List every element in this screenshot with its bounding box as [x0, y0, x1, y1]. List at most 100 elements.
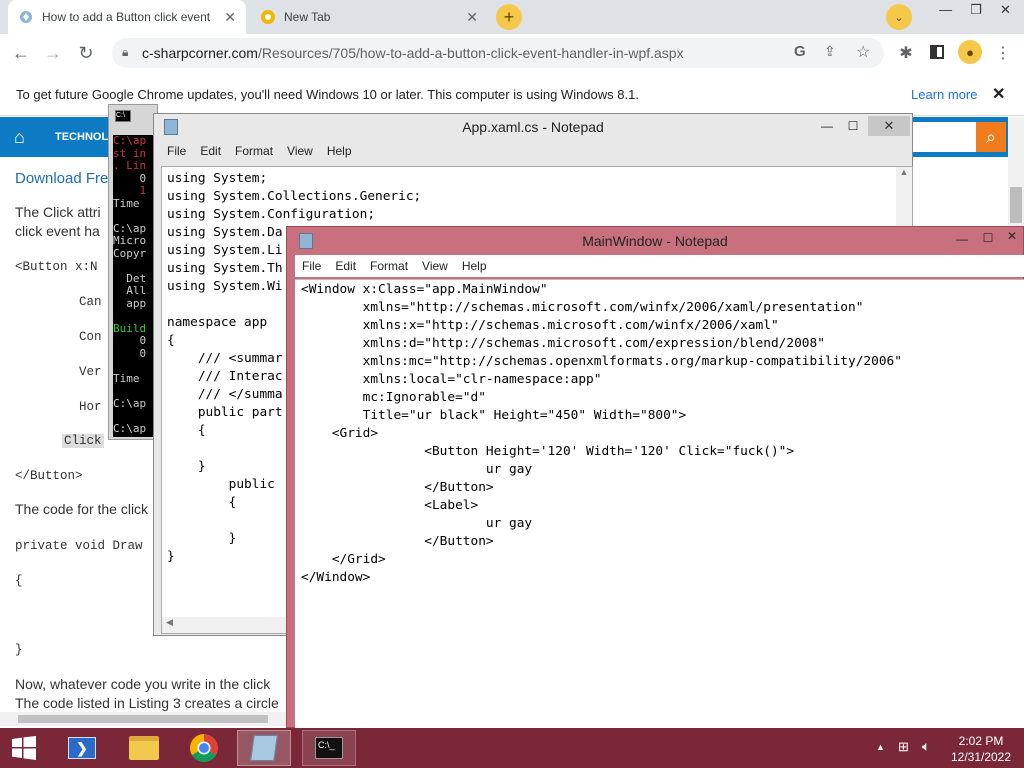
- url-path: /Resources/705/how-to-add-a-button-click…: [257, 45, 684, 61]
- menu-view[interactable]: View: [422, 259, 448, 273]
- address-bar[interactable]: 🔒︎ c-sharpcorner.com/Resources/705/how-t…: [112, 38, 884, 68]
- code-line-highlight: Click: [62, 434, 104, 448]
- reload-icon[interactable]: ↻: [73, 40, 99, 66]
- start-icon[interactable]: [0, 730, 48, 766]
- close-tab-icon[interactable]: ✕: [224, 9, 236, 26]
- tab-search-icon[interactable]: ⌄: [886, 4, 912, 30]
- sidebar-icon[interactable]: [930, 45, 944, 59]
- code-line: Con: [79, 330, 102, 344]
- window-title: App.xaml.cs - Notepad: [462, 119, 604, 135]
- network-icon[interactable]: ⊞: [898, 739, 909, 755]
- chrome-icon[interactable]: [180, 730, 228, 766]
- taskbar-cmd[interactable]: C:\_: [302, 730, 356, 766]
- notepad-titlebar[interactable]: MainWindow - Notepad — ☐ ✕: [287, 227, 1023, 255]
- code-line: private void Draw: [15, 539, 143, 553]
- tab-active[interactable]: How to add a Button click event ✕: [8, 0, 246, 34]
- text-editor[interactable]: <Window x:Class="app.MainWindow" xmlns="…: [295, 279, 1024, 728]
- tab-favicon-icon: [18, 9, 34, 25]
- cmd-icon: C:\: [109, 105, 157, 127]
- notepad-main-window[interactable]: MainWindow - Notepad — ☐ ✕ File Edit For…: [286, 226, 1024, 728]
- extensions-icon[interactable]: ✱: [893, 40, 919, 66]
- console-line: All: [113, 284, 147, 297]
- clock[interactable]: 2:02 PM 12/31/2022: [948, 733, 1014, 765]
- code-line: Ver: [79, 365, 102, 379]
- menu-help[interactable]: Help: [462, 259, 487, 273]
- forward-icon[interactable]: →: [40, 40, 66, 66]
- taskbar-notepad[interactable]: [237, 730, 291, 766]
- tab-new-tab[interactable]: New Tab ✕: [250, 0, 488, 34]
- code-line: Hor: [79, 400, 102, 414]
- code-line: Can: [79, 295, 102, 309]
- console-line: C:\ap: [113, 421, 147, 435]
- explorer-icon[interactable]: [120, 730, 168, 766]
- console-line: 1: [113, 184, 147, 197]
- notepad-titlebar[interactable]: App.xaml.cs - Notepad — ☐ ✕: [154, 114, 912, 140]
- infobar-message: To get future Google Chrome updates, you…: [16, 87, 639, 102]
- maximize-icon[interactable]: ☐: [840, 117, 866, 135]
- minimize-icon[interactable]: —: [949, 230, 975, 248]
- volume-icon[interactable]: 🔈︎: [922, 738, 930, 755]
- site-search-input[interactable]: [912, 122, 976, 152]
- maximize-icon[interactable]: ☐: [975, 229, 1001, 247]
- window-title: MainWindow - Notepad: [582, 233, 728, 249]
- close-icon[interactable]: ✕: [1000, 2, 1011, 24]
- close-icon[interactable]: ✕: [1007, 229, 1017, 243]
- url-text: c-sharpcorner.com/Resources/705/how-to-a…: [142, 45, 684, 61]
- learn-more-link[interactable]: Learn more: [911, 87, 977, 102]
- menu-edit[interactable]: Edit: [200, 144, 221, 158]
- paragraph-line: click event ha: [15, 223, 100, 239]
- star-icon[interactable]: ☆: [856, 42, 870, 62]
- back-icon[interactable]: ←: [8, 40, 34, 66]
- console-line: Micro: [113, 234, 147, 247]
- powershell-icon[interactable]: ❯: [58, 730, 106, 766]
- tab-title: How to add a Button click event: [42, 10, 211, 24]
- tab-strip: How to add a Button click event ✕ New Ta…: [0, 0, 1024, 34]
- menu-file[interactable]: File: [302, 259, 321, 273]
- code-brace: {: [15, 574, 23, 588]
- paragraph-line: Now, whatever code you write in the clic…: [15, 676, 271, 692]
- menu-format[interactable]: Format: [370, 259, 408, 273]
- lock-icon[interactable]: 🔒︎: [122, 45, 128, 60]
- menu-help[interactable]: Help: [327, 144, 352, 158]
- close-tab-icon[interactable]: ✕: [466, 9, 478, 26]
- tab-title: New Tab: [284, 10, 331, 24]
- editor-text: <Window x:Class="app.MainWindow" xmlns="…: [301, 282, 902, 585]
- console-line: C:\ap: [113, 135, 147, 147]
- show-hidden-icons[interactable]: ▲: [876, 742, 885, 752]
- profile-icon[interactable]: ●: [958, 40, 982, 64]
- code-brace: }: [15, 643, 23, 657]
- chrome-favicon-icon: [260, 9, 276, 25]
- new-tab-icon[interactable]: +: [496, 4, 522, 30]
- close-icon[interactable]: ✕: [868, 116, 910, 136]
- share-icon[interactable]: ⇪: [824, 43, 836, 60]
- download-link[interactable]: Download Fre: [15, 170, 108, 187]
- code-line: <Button x:N: [15, 260, 98, 274]
- cmd-icon: C:\_: [315, 737, 343, 759]
- code-text: private void Draw: [15, 539, 143, 553]
- minimize-icon[interactable]: —: [814, 117, 840, 135]
- cmd-window[interactable]: C:\ C:\ap st in. Lin 0 1 Time C:\ap Micro Co…: [108, 104, 158, 440]
- menu-view[interactable]: View: [287, 144, 313, 158]
- paragraph-line: The code listed in Listing 3 creates a c…: [15, 695, 279, 711]
- horizontal-scrollbar[interactable]: [0, 712, 290, 726]
- cmd-console[interactable]: C:\ap st in. Lin 0 1 Time C:\ap Micro Copyr …: [113, 135, 155, 437]
- restore-icon[interactable]: ❐: [970, 2, 982, 24]
- menu-file[interactable]: File: [167, 144, 186, 158]
- console-line: . Lin: [113, 159, 147, 172]
- url-host: c-sharpcorner.com: [142, 45, 258, 61]
- google-icon[interactable]: G: [794, 43, 806, 60]
- paragraph-line: The code for the click: [15, 501, 149, 517]
- minimize-icon[interactable]: —: [939, 2, 952, 24]
- menu-edit[interactable]: Edit: [335, 259, 356, 273]
- close-infobar-icon[interactable]: ✕: [992, 84, 1005, 104]
- menu-format[interactable]: Format: [235, 144, 273, 158]
- menu-icon[interactable]: ⋮: [990, 40, 1016, 66]
- clock-time: 2:02 PM: [958, 734, 1004, 748]
- home-icon[interactable]: ⌂: [14, 127, 25, 148]
- search-icon[interactable]: ⌕: [976, 122, 1006, 152]
